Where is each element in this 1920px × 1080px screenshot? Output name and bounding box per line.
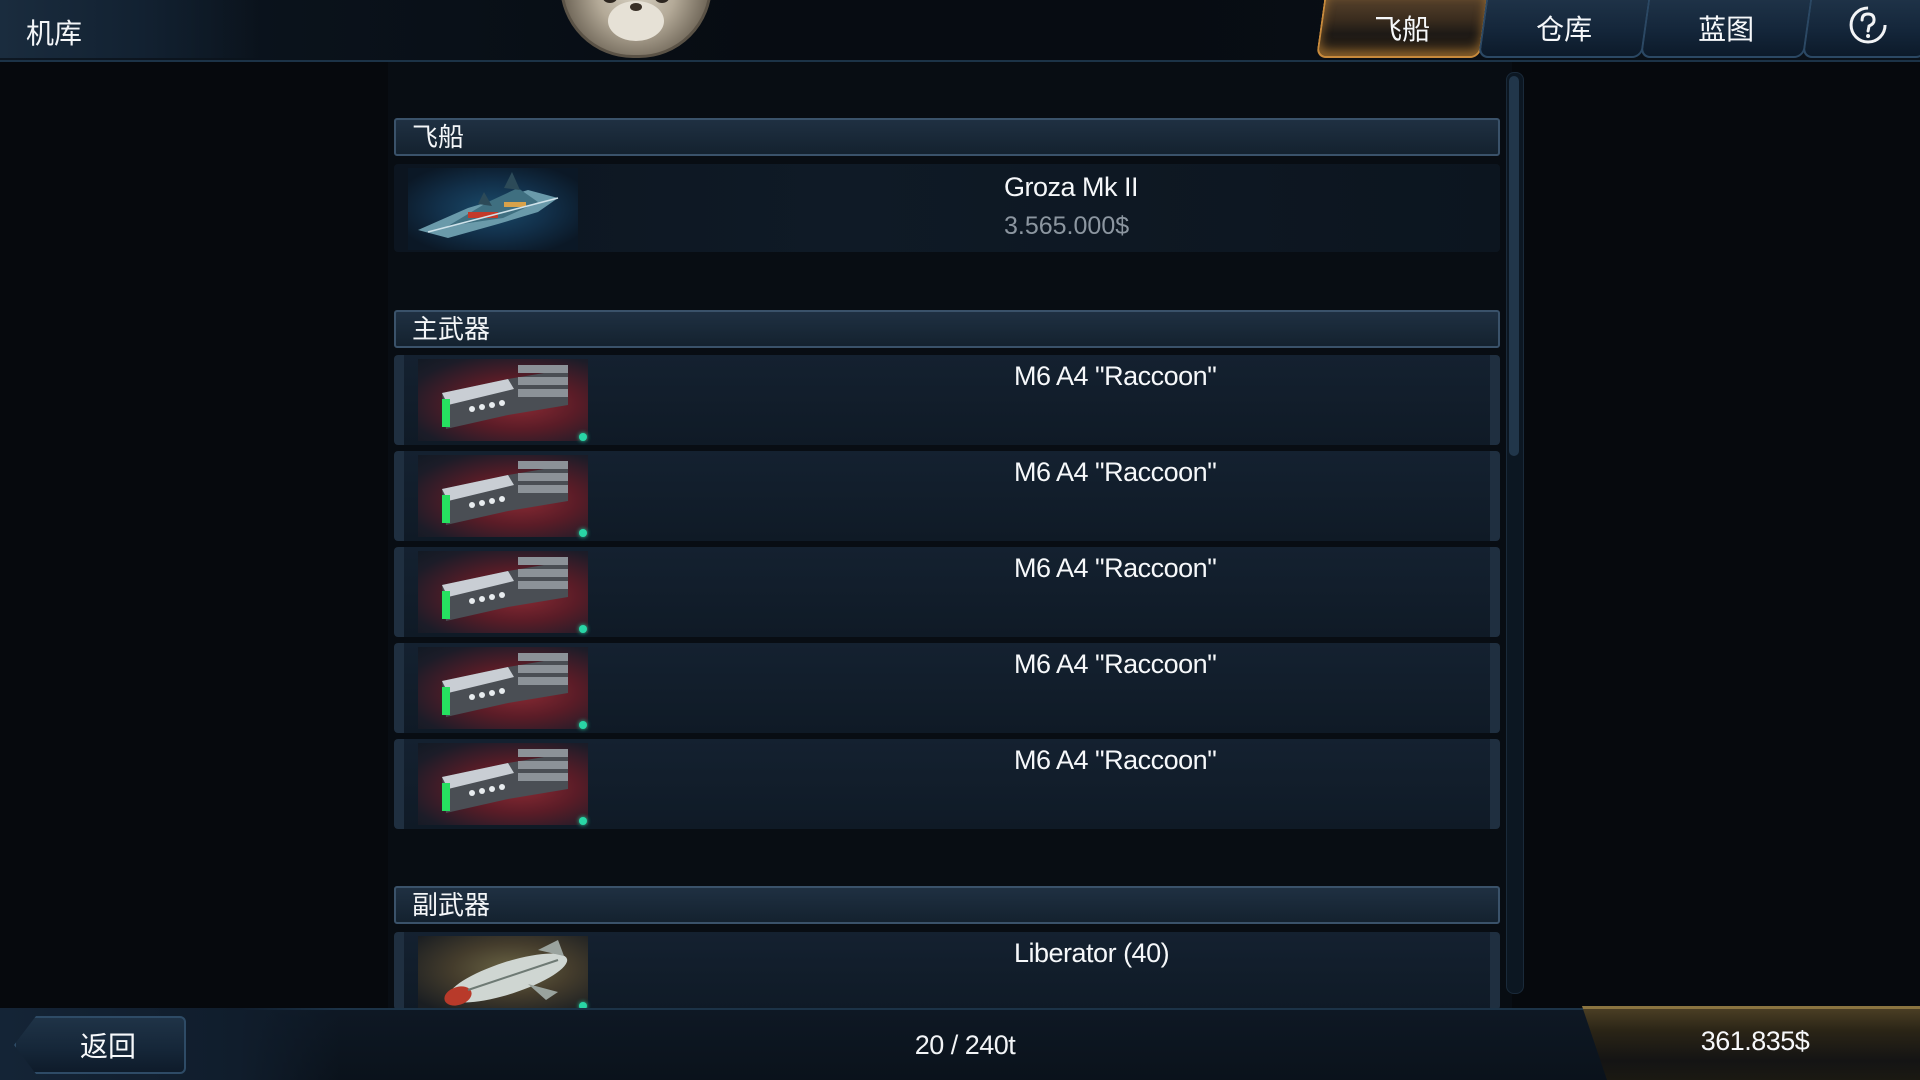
scrollbar-thumb[interactable]: [1509, 76, 1519, 456]
section-header-ship: 飞船: [394, 118, 1500, 156]
missile-icon: [418, 936, 588, 1010]
section-header-primary-weapons: 主武器: [394, 310, 1500, 348]
page-title: 机库: [26, 18, 83, 49]
equipped-indicator: [579, 625, 587, 633]
weapon-name: M6 A4 "Raccoon": [1014, 361, 1217, 391]
weapon-row[interactable]: M6 A4 "Raccoon": [394, 355, 1500, 445]
tab-storage-label: 仓库: [1536, 14, 1593, 45]
gatling-gun-icon: [418, 743, 588, 825]
weapon-name: M6 A4 "Raccoon": [1014, 745, 1217, 775]
tab-blueprints[interactable]: 蓝图: [1639, 0, 1813, 58]
cargo-capacity: 20 / 240t: [914, 1030, 1016, 1060]
equipped-indicator: [579, 433, 587, 441]
section-header-secondary-weapons: 副武器: [394, 886, 1500, 924]
avatar-eye-left: [603, 0, 617, 3]
ship-row[interactable]: Groza Mk II 3.565.000$: [394, 164, 1500, 252]
section-title-secondary-weapons: 副武器: [412, 890, 491, 920]
help-circle-question-icon: [1848, 5, 1888, 52]
hangar-screen: 机库 飞船 仓库 蓝图 飞船 Groza Mk II 3.565.000$ 主武…: [0, 0, 1920, 1080]
tab-ship-label: 飞船: [1374, 14, 1431, 45]
equipped-indicator: [579, 817, 587, 825]
avatar-eye-right: [655, 0, 669, 3]
secondary-weapon-row[interactable]: Liberator (40): [394, 932, 1500, 1010]
weapon-row[interactable]: M6 A4 "Raccoon": [394, 643, 1500, 733]
weapon-row[interactable]: M6 A4 "Raccoon": [394, 451, 1500, 541]
ship-price: 3.565.000$: [1004, 212, 1130, 240]
gatling-gun-icon: [418, 359, 588, 441]
back-button-label: 返回: [79, 1031, 136, 1062]
title-plate: 机库: [0, 0, 260, 58]
gatling-gun-icon: [418, 647, 588, 729]
ship-name: Groza Mk II: [1004, 172, 1139, 202]
tab-ship[interactable]: 飞船: [1315, 0, 1489, 58]
help-button[interactable]: [1801, 0, 1920, 58]
secondary-weapon-name: Liberator (40): [1014, 938, 1170, 968]
section-title-primary-weapons: 主武器: [412, 314, 491, 344]
equipped-indicator: [579, 529, 587, 537]
gatling-gun-icon: [418, 455, 588, 537]
weapon-name: M6 A4 "Raccoon": [1014, 553, 1217, 583]
weapon-row[interactable]: M6 A4 "Raccoon": [394, 739, 1500, 829]
gatling-gun-icon: [418, 551, 588, 633]
spaceship-icon: [408, 168, 578, 250]
tab-blueprints-label: 蓝图: [1698, 14, 1755, 45]
section-title-ship: 飞船: [412, 122, 465, 152]
weapon-name: M6 A4 "Raccoon": [1014, 457, 1217, 487]
back-button[interactable]: 返回: [14, 1016, 186, 1074]
weapon-name: M6 A4 "Raccoon": [1014, 649, 1217, 679]
equipped-indicator: [579, 721, 587, 729]
credits-balance: 361.835$: [1700, 1026, 1810, 1056]
weapon-row[interactable]: M6 A4 "Raccoon": [394, 547, 1500, 637]
tab-storage[interactable]: 仓库: [1477, 0, 1651, 58]
avatar-nose: [630, 3, 642, 11]
